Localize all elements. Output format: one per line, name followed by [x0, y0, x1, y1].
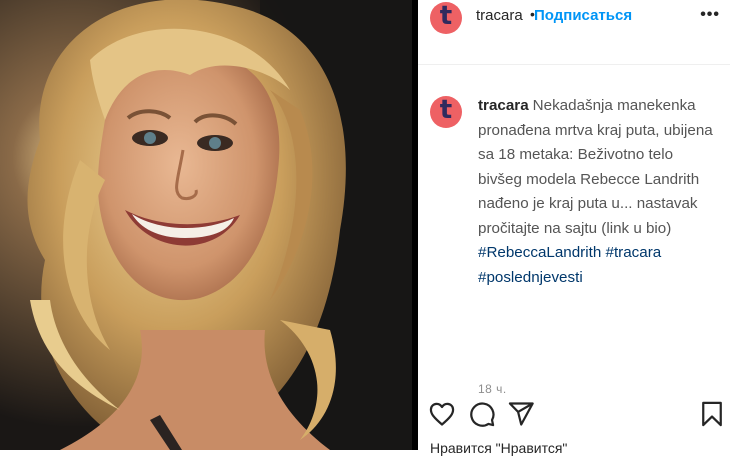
hashtag-link[interactable]: #tracara	[606, 244, 662, 261]
avatar-letter: t	[439, 1, 453, 31]
post-header: t tracara • Подписаться •••	[418, 0, 730, 65]
instagram-post: t tracara • Подписаться ••• t tracara Nek…	[0, 0, 730, 456]
more-options-icon[interactable]: •••	[700, 6, 720, 24]
post-photo[interactable]	[0, 0, 412, 450]
heart-icon	[429, 402, 455, 426]
follow-button[interactable]: Подписаться	[534, 7, 632, 24]
avatar-letter: t	[439, 95, 453, 125]
action-bar	[418, 388, 730, 432]
hashtag-link[interactable]: #poslednjevesti	[478, 269, 583, 286]
post-side-panel: t tracara • Подписаться ••• t tracara Nek…	[418, 0, 730, 456]
comment-icon	[470, 402, 495, 427]
hashtag-link[interactable]: #RebeccaLandrith	[478, 244, 601, 261]
username-link[interactable]: tracara	[476, 7, 523, 24]
share-button[interactable]	[507, 400, 535, 428]
portrait-image	[0, 0, 412, 450]
like-button[interactable]	[428, 400, 456, 428]
caption-avatar[interactable]: t	[430, 96, 462, 128]
profile-avatar[interactable]: t	[430, 2, 462, 34]
bookmark-icon	[702, 401, 722, 427]
comment-button[interactable]	[468, 400, 496, 428]
caption-text-block: tracara Nekadašnja manekenka pronađena mr…	[478, 94, 718, 290]
paper-plane-icon	[508, 402, 534, 426]
save-button[interactable]	[698, 400, 726, 428]
liked-by-text[interactable]: Нравится "Нравится"	[430, 440, 567, 456]
caption-text: Nekadašnja manekenka pronađena mrtva kra…	[478, 97, 713, 237]
caption-username[interactable]: tracara	[478, 97, 529, 114]
